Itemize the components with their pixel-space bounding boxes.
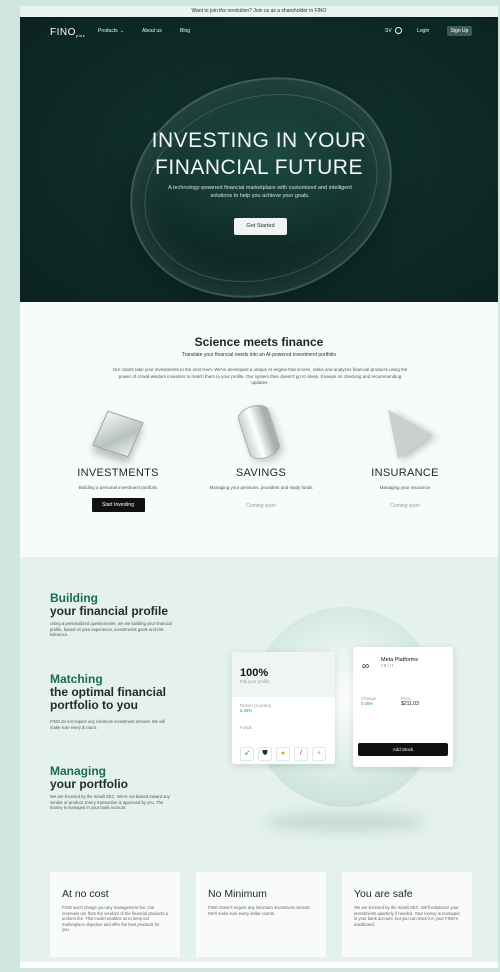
coming-soon-label: Coming soon [246,503,276,509]
add-stock-button[interactable]: Add Stock [358,743,448,756]
chevron-down-icon: ⌄ [119,28,124,34]
language-selector[interactable]: SV [385,27,402,34]
science-description: Our robots take your investments to the … [112,367,408,385]
feature-text: We are licensed by the Israeli SEC. We'l… [354,905,460,927]
hero-title-line2: FINANCIAL FUTURE [155,156,363,179]
start-investing-button[interactable]: Start Investing [91,498,145,512]
logo[interactable]: FINOplus [50,27,85,38]
cube-shape [92,410,144,458]
nav-about-label: About us [142,28,162,34]
fit-label: Fits your profile [240,679,270,684]
matching-heading: Matching the optimal financial portfolio … [50,673,180,712]
feature-card-no-minimum: No Minimum FINO doesn't require any mini… [196,872,326,957]
feature-text: FINO won't charge you any management fee… [62,905,168,933]
hero-title-line1: INVESTING IN YOUR [151,129,367,152]
fit-card[interactable]: 100% Fits your profile Return (3 years) … [232,652,335,764]
stock-stats: Change 0.05% Price $211.03 [361,696,445,707]
fit-card-body: Return (3 years) 5.45% Funds [232,697,335,736]
fund-logo-circle-icon[interactable]: ● [276,747,290,761]
building-rest: your financial profile [50,604,169,618]
cone-shape [371,397,433,459]
coming-soon-label: Coming soon [390,503,420,509]
top-nav: FINOplus Products ⌄ About us Blog SV Logi… [20,24,498,40]
product-subtitle: Building a personal investment portfolio [78,485,158,490]
nav-about[interactable]: About us [142,28,162,34]
hero-section: FINOplus Products ⌄ About us Blog SV Logi… [20,17,498,302]
managing-rest: your portfolio [50,777,128,791]
hero-title: INVESTING IN YOUR FINANCIAL FUTURE [20,127,498,181]
nav-products-label: Products [98,28,118,34]
feature-title: At no cost [62,888,109,900]
page: Want to join the revolution? Join us as … [20,6,498,968]
cube-graphic [48,397,188,467]
cylinder-graphic [191,397,331,467]
science-title: Science meets finance [194,335,324,349]
matching-rest: the optimal financial portfolio to you [50,685,167,712]
product-savings: SAVINGS Managing your pensions, providen… [191,397,331,509]
login-link[interactable]: Login [417,28,429,34]
login-label: Login [417,28,430,34]
managing-heading: Managing your portfolio [50,765,128,791]
announcement-text[interactable]: Want to join the revolution? Join us as … [192,8,327,14]
stock-card[interactable]: ∞ Meta Platforms FB | IT Change 0.05% Pr… [353,647,453,767]
product-investments: INVESTMENTS Building a personal investme… [48,397,188,512]
announcement-bar[interactable]: Want to join the revolution? Join us as … [20,6,498,17]
nav-products[interactable]: Products ⌄ [98,28,124,34]
feature-card-safe: You are safe We are licensed by the Isra… [342,872,472,957]
logo-text: FINO [50,26,76,38]
fund-logo-arrow-icon[interactable]: ➶ [240,747,254,761]
start-investing-label: Start Investing [102,502,134,508]
product-subtitle: Managing your insurance [379,485,431,490]
return-value: 5.45% [240,708,253,713]
signup-label: Sign Up [450,28,469,34]
cone-graphic [335,397,475,467]
feature-text: FINO doesn't require any minimum investm… [208,905,311,916]
science-subtitle: Translate your financial needs into an A… [181,352,337,358]
feature-title: You are safe [354,888,413,900]
product-title: SAVINGS [235,467,287,479]
signup-button[interactable]: Sign Up [447,26,472,36]
managing-text: We are licensed by the Israeli SEC. We'r… [50,794,170,811]
add-stock-label: Add Stock [392,747,414,752]
price-value: $211.03 [401,701,419,707]
matching-text: FINO do not require any minimum investme… [50,719,166,730]
feature-card-no-cost: At no cost FINO won't charge you any man… [50,872,180,957]
get-started-label: Get Started [246,223,275,229]
hero-subtitle: A technology-powered financial marketpla… [168,185,352,199]
fit-card-header: 100% Fits your profile [232,652,335,697]
product-title: INSURANCE [371,467,439,479]
funds-label: Funds [240,725,252,730]
fund-logo-slash-icon[interactable]: / [294,747,308,761]
change-stat: Change 0.05% [361,696,376,707]
language-label: SV [385,27,392,34]
stock-ticker: FB | IT [381,663,394,668]
stock-header: Meta Platforms FB | IT [381,657,445,668]
building-text: Using a personalized questionnaire, we a… [50,621,172,638]
cylinder-shape [235,401,283,463]
fund-logo-shield-icon[interactable]: ⛊ [258,747,272,761]
features-section: At no cost FINO won't charge you any man… [20,867,498,962]
building-heading: Building your financial profile [50,592,168,618]
logo-suffix: plus [75,32,86,38]
fund-logos: ➶ ⛊ ● / + [240,747,326,761]
nav-blog[interactable]: Blog [180,28,190,34]
nav-blog-label: Blog [180,28,191,34]
globe-icon [394,27,402,34]
science-section: Science meets finance Translate your fin… [20,302,498,557]
change-value: 0.05% [361,701,374,706]
feature-title: No Minimum [208,888,267,900]
product-title: INVESTMENTS [77,467,159,479]
get-started-button[interactable]: Get Started [234,218,287,235]
fit-percent: 100% [240,667,269,679]
product-subtitle: Managing your pensions, provident and st… [209,485,313,490]
price-stat: Price $211.03 [401,696,419,707]
meta-logo-icon: ∞ [362,661,370,672]
sphere-shadow [265,812,425,832]
fund-logo-more-icon[interactable]: + [312,747,326,761]
product-insurance: INSURANCE Managing your insurance Coming… [335,397,475,509]
profile-section: Building your financial profile Using a p… [20,557,498,867]
